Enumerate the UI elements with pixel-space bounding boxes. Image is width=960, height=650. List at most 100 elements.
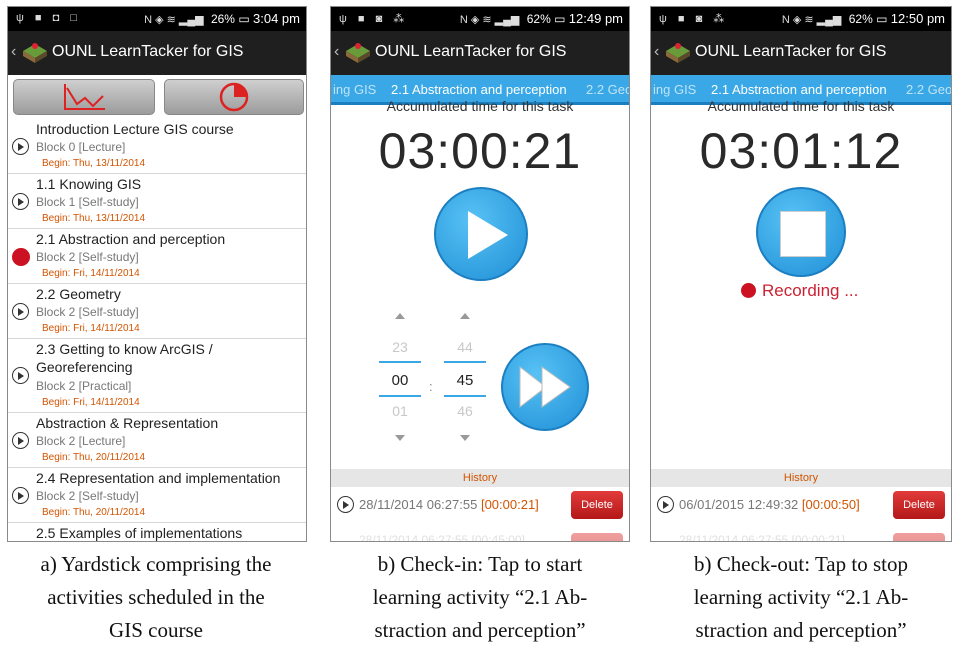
tab-current[interactable]: 2.1 Abstraction and perception — [711, 82, 887, 97]
list-item[interactable]: 1.1 Knowing GIS Block 1 [Self-study] Beg… — [8, 174, 306, 229]
caption-line: learning activity “2.1 Ab- — [693, 585, 909, 609]
app-bar: ‹ OUNL LearnTacker for GIS — [8, 31, 306, 75]
accumulated-label: Accumulated time for this task — [386, 98, 574, 114]
history-date: 28/11/2014 06:27:55 — [359, 497, 478, 512]
battery-level: 62% — [526, 12, 551, 26]
hour-picker[interactable]: 23 00 01 — [379, 313, 421, 441]
list-item[interactable]: 2.3 Getting to know ArcGIS / Georeferenc… — [8, 339, 306, 413]
activity-title: Introduction Lecture GIS course — [36, 121, 234, 137]
play-icon[interactable] — [12, 193, 29, 210]
progress-chart-button[interactable] — [13, 79, 155, 115]
app-bar: ‹ OUNL LearnTacker for GIS — [331, 31, 629, 75]
activity-title: 2.1 Abstraction and perception — [36, 231, 226, 247]
activity-begin: Begin: Thu, 20/11/2014 — [42, 507, 146, 518]
notification-icons: ψ ■ ◙ ⁂ — [339, 13, 409, 25]
notification-icons: ψ ■ ◘ □ — [16, 12, 81, 24]
battery-level: 26% — [210, 12, 235, 26]
line-chart-icon — [64, 84, 105, 110]
phone-screen-yardstick: ψ ■ ◘ □ N ◈ ≋ ▂▄▆ 26% ▭ 3:04 pm ‹ OUNL L… — [7, 6, 307, 542]
play-icon[interactable] — [12, 367, 29, 384]
start-button[interactable] — [434, 187, 528, 281]
activity-begin: Begin: Fri, 14/11/2014 — [42, 268, 140, 279]
history-header: History — [331, 469, 629, 487]
back-chevron-icon[interactable]: ‹ — [334, 43, 339, 61]
pie-chart-button[interactable] — [164, 79, 304, 115]
status-bar: ψ ■ ◙ ⁂ N ◈ ≋ ▂▄▆ 62% ▭ 12:49 pm — [331, 7, 629, 31]
app-bar: ‹ OUNL LearnTacker for GIS — [651, 31, 951, 75]
notification-icons: ψ ■ ◙ ⁂ — [659, 13, 729, 25]
minute-prev: 44 — [457, 339, 473, 355]
recording-dot-icon[interactable] — [12, 248, 30, 266]
play-icon[interactable] — [337, 496, 354, 513]
history-entry-partial: 28/11/2014 06:27:55 [00:45:00] — [359, 533, 525, 542]
recording-status: Recording ... — [741, 281, 858, 301]
delete-button[interactable]: Delete — [893, 491, 945, 519]
minute-selected[interactable]: 45 — [444, 361, 486, 397]
signal-icons: N ◈ ≋ ▂▄▆ — [459, 14, 520, 26]
delete-button[interactable] — [571, 533, 623, 541]
activity-title: 2.3 Getting to know ArcGIS / Georeferenc… — [36, 341, 213, 375]
caption-line: straction and perception” — [374, 618, 586, 642]
activity-block: Block 2 [Self-study] — [36, 250, 139, 264]
activity-block: Block 0 [Lecture] — [36, 140, 126, 154]
figure-caption: a) Yardstick comprising the activities s… — [0, 548, 312, 647]
stop-button[interactable] — [756, 187, 846, 277]
accumulated-label: Accumulated time for this task — [707, 98, 895, 114]
delete-button[interactable] — [893, 533, 945, 541]
activity-begin: Begin: Fri, 14/11/2014 — [42, 323, 140, 334]
hour-selected[interactable]: 00 — [379, 361, 421, 397]
play-icon[interactable] — [12, 138, 29, 155]
activity-block: Block 2 [Self-study] — [36, 489, 139, 503]
pie-chart-icon — [219, 82, 249, 112]
history-date: 06/01/2015 12:49:32 — [679, 497, 799, 512]
accumulated-time: 03:01:12 — [699, 123, 903, 179]
clock: 3:04 pm — [253, 11, 300, 26]
activity-begin: Begin: Fri, 14/11/2014 — [42, 397, 140, 408]
clock: 12:50 pm — [890, 11, 945, 26]
recording-dot-icon — [741, 283, 756, 298]
decrement-arrow-icon[interactable] — [460, 435, 470, 441]
play-icon[interactable] — [12, 432, 29, 449]
minute-next: 46 — [457, 403, 473, 419]
list-item[interactable]: Introduction Lecture GIS course Block 0 … — [8, 119, 306, 174]
play-icon[interactable] — [657, 496, 674, 513]
stop-icon — [780, 211, 826, 257]
activity-block: Block 2 [Lecture] — [36, 434, 126, 448]
history-duration: [00:00:21] — [480, 497, 539, 512]
activity-title: 2.2 Geometry — [36, 286, 121, 302]
app-title: OUNL LearnTacker for GIS — [375, 43, 567, 60]
caption-line: learning activity “2.1 Ab- — [372, 585, 588, 609]
history-row: 06/01/2015 12:49:32 [00:00:50] Delete — [651, 488, 951, 522]
accumulated-time: 03:00:21 — [378, 123, 582, 179]
picker-separator: : — [429, 379, 433, 394]
phone-screen-check-in: ψ ■ ◙ ⁂ N ◈ ≋ ▂▄▆ 62% ▭ 12:49 pm ‹ OUNL … — [330, 6, 630, 542]
tab-previous[interactable]: ing GIS — [653, 82, 696, 97]
activity-title: 2.5 Examples of implementations — [36, 525, 243, 541]
battery-icon: ▭ — [238, 12, 250, 26]
clock: 12:49 pm — [568, 11, 623, 26]
minute-picker[interactable]: 44 45 46 — [444, 313, 486, 441]
back-chevron-icon[interactable]: ‹ — [11, 43, 16, 61]
play-icon[interactable] — [12, 487, 29, 504]
tab-next[interactable]: 2.2 Geo — [906, 82, 951, 97]
tab-previous[interactable]: ing GIS — [333, 82, 376, 97]
list-item[interactable]: Abstraction & Representation Block 2 [Le… — [8, 413, 306, 468]
history-row: 28/11/2014 06:27:55 [00:00:21] Delete — [331, 488, 629, 522]
back-chevron-icon[interactable]: ‹ — [654, 43, 659, 61]
activity-block: Block 1 [Self-study] — [36, 195, 139, 209]
activity-title: Abstraction & Representation — [36, 415, 219, 431]
play-icon[interactable] — [12, 303, 29, 320]
tab-next[interactable]: 2.2 Geo — [586, 82, 629, 97]
list-item[interactable]: 2.4 Representation and implementation Bl… — [8, 468, 306, 523]
tab-current[interactable]: 2.1 Abstraction and perception — [391, 82, 567, 97]
delete-button[interactable]: Delete — [571, 491, 623, 519]
app-title: OUNL LearnTacker for GIS — [52, 43, 244, 60]
list-item[interactable]: 2.2 Geometry Block 2 [Self-study] Begin:… — [8, 284, 306, 339]
decrement-arrow-icon[interactable] — [395, 435, 405, 441]
caption-line: straction and perception” — [695, 618, 907, 642]
list-item[interactable]: 2.1 Abstraction and perception Block 2 [… — [8, 229, 306, 284]
list-item[interactable]: 2.5 Examples of implementations — [8, 523, 306, 541]
recording-label: Recording ... — [762, 281, 859, 300]
add-time-button[interactable] — [501, 343, 589, 431]
fast-forward-icon — [519, 365, 571, 409]
